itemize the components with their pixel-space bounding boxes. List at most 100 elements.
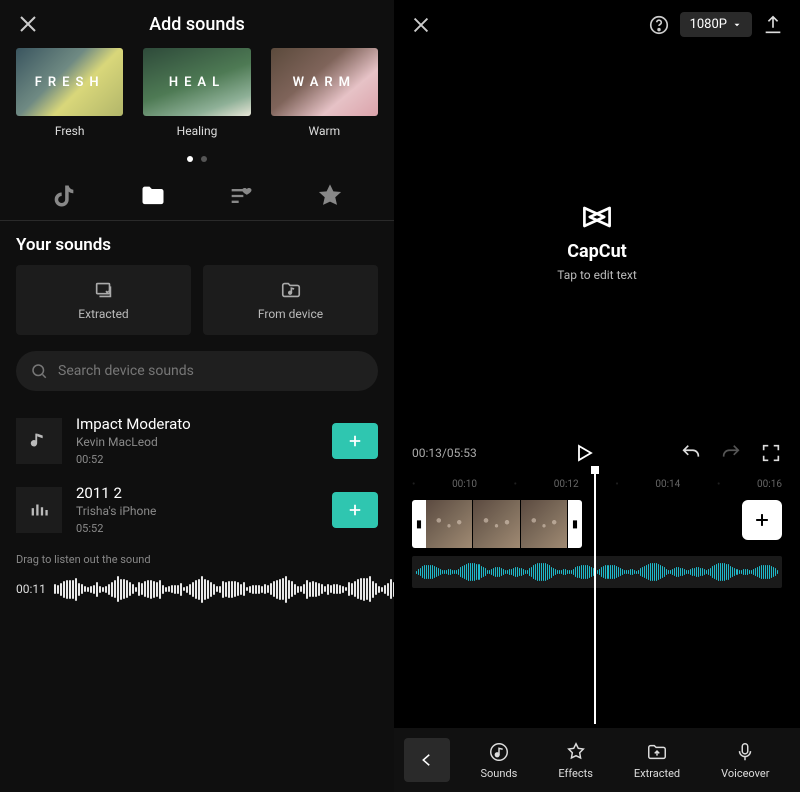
pill-label: From device [258, 307, 323, 321]
close-icon[interactable] [410, 14, 432, 36]
extract-icon [93, 279, 115, 301]
export-icon[interactable] [762, 14, 784, 36]
tool-label: Effects [558, 767, 593, 780]
right-header: 1080P [394, 0, 800, 49]
track-list: Impact Moderato Kevin MacLeod 00:52 2011… [0, 405, 394, 535]
voiceover-icon [734, 741, 756, 763]
category-label: Warm [309, 124, 341, 138]
preview-viewer[interactable]: CapCut Tap to edit text [394, 55, 800, 425]
tools: Sounds Effects Extracted Voiceover [450, 741, 800, 780]
playhead[interactable] [594, 470, 596, 724]
tap-to-edit-label: Tap to edit text [557, 268, 637, 282]
video-clip[interactable] [473, 500, 520, 548]
add-track-button[interactable] [332, 492, 378, 528]
folder-icon[interactable] [139, 182, 167, 210]
category-thumb-warm[interactable]: WARM [271, 48, 378, 116]
sounds-icon [488, 741, 510, 763]
drag-time: 00:11 [16, 582, 46, 596]
category-overlay: HEAL [169, 75, 225, 90]
audio-track[interactable] [412, 556, 782, 588]
category-overlay: WARM [293, 75, 356, 90]
list-item[interactable]: 2011 2 Trisha's iPhone 05:52 [16, 484, 378, 535]
video-clip[interactable] [426, 500, 473, 548]
redo-icon[interactable] [720, 442, 742, 464]
tool-label: Sounds [481, 767, 518, 780]
ruler-tick: 00:10 [452, 479, 477, 490]
music-note-icon [16, 418, 62, 464]
category-label: Fresh [55, 124, 85, 138]
track-title: Impact Moderato [76, 415, 318, 433]
search-placeholder: Search device sounds [58, 363, 194, 379]
tool-label: Extracted [634, 767, 680, 780]
playlist-heart-icon[interactable] [227, 182, 255, 210]
track-meta: Impact Moderato Kevin MacLeod 00:52 [76, 415, 318, 466]
track-duration: 00:52 [76, 453, 318, 466]
your-sounds-pills: Extracted From device [0, 265, 394, 335]
ruler-tick: 00:14 [655, 479, 680, 490]
help-icon[interactable] [648, 14, 670, 36]
source-tabs [0, 176, 394, 220]
audio-toolbar: Sounds Effects Extracted Voiceover [394, 728, 800, 792]
resolution-label: 1080P [690, 17, 727, 32]
ruler-tick: 00:12 [554, 479, 579, 490]
editor-panel: 1080P CapCut Tap to edit text 00:13/05:5… [394, 0, 800, 792]
category-overlay: FRESH [35, 75, 105, 90]
folder-music-icon [280, 279, 302, 301]
extracted-pill[interactable]: Extracted [16, 265, 191, 335]
tool-extracted[interactable]: Extracted [634, 741, 680, 780]
drag-preview: Drag to listen out the sound 00:11 [0, 535, 394, 604]
page-dot[interactable] [201, 156, 207, 162]
chevron-down-icon [732, 20, 742, 30]
track-artist: Kevin MacLeod [76, 435, 318, 449]
pill-label: Extracted [78, 307, 128, 321]
category-fresh: FRESH Fresh [16, 48, 123, 138]
tool-voiceover[interactable]: Voiceover [721, 741, 769, 780]
category-label: Healing [177, 124, 218, 138]
add-sounds-panel: Add sounds FRESH Fresh HEAL Healing WARM… [0, 0, 394, 792]
category-warm: WARM Warm [271, 48, 378, 138]
page-dot[interactable] [187, 156, 193, 162]
audio-bars-icon [16, 487, 62, 533]
video-track[interactable]: ▮ ▮ [412, 500, 582, 548]
undo-icon[interactable] [680, 442, 702, 464]
timeline[interactable]: ▮ ▮ [394, 494, 800, 614]
from-device-pill[interactable]: From device [203, 265, 378, 335]
star-icon[interactable] [316, 182, 344, 210]
capcut-logo-icon [579, 199, 615, 235]
add-clip-button[interactable] [742, 500, 782, 540]
fullscreen-icon[interactable] [760, 442, 782, 464]
play-icon[interactable] [572, 441, 596, 465]
add-track-button[interactable] [332, 423, 378, 459]
clip-handle-right[interactable]: ▮ [568, 500, 582, 548]
clip-handle-left[interactable]: ▮ [412, 500, 426, 548]
tiktok-icon[interactable] [50, 182, 78, 210]
resolution-button[interactable]: 1080P [680, 12, 752, 37]
timeline-ruler[interactable]: • 00:10 • 00:12 • 00:14 • 00:16 [394, 475, 800, 494]
left-header: Add sounds [0, 0, 394, 48]
add-sounds-title: Add sounds [40, 14, 354, 35]
page-dots [0, 156, 394, 162]
tool-sounds[interactable]: Sounds [481, 741, 518, 780]
back-button[interactable] [404, 738, 450, 782]
tool-label: Voiceover [721, 767, 769, 780]
wave-row[interactable]: 00:11 [16, 574, 378, 604]
close-icon[interactable] [16, 12, 40, 36]
brand-label: CapCut [567, 241, 626, 262]
drag-label: Drag to listen out the sound [16, 553, 378, 566]
category-row: FRESH Fresh HEAL Healing WARM Warm [0, 48, 394, 138]
track-duration: 05:52 [76, 522, 318, 535]
audio-waveform [412, 562, 782, 582]
category-thumb-healing[interactable]: HEAL [143, 48, 250, 116]
video-clip[interactable] [521, 500, 568, 548]
search-input[interactable]: Search device sounds [16, 351, 378, 391]
extracted-icon [646, 741, 668, 763]
category-thumb-fresh[interactable]: FRESH [16, 48, 123, 116]
tool-effects[interactable]: Effects [558, 741, 593, 780]
category-healing: HEAL Healing [143, 48, 250, 138]
ruler-tick: 00:16 [757, 479, 782, 490]
track-meta: 2011 2 Trisha's iPhone 05:52 [76, 484, 318, 535]
search-icon [30, 362, 48, 380]
list-item[interactable]: Impact Moderato Kevin MacLeod 00:52 [16, 415, 378, 466]
your-sounds-title: Your sounds [0, 221, 394, 265]
timecode: 00:13/05:53 [412, 446, 477, 460]
